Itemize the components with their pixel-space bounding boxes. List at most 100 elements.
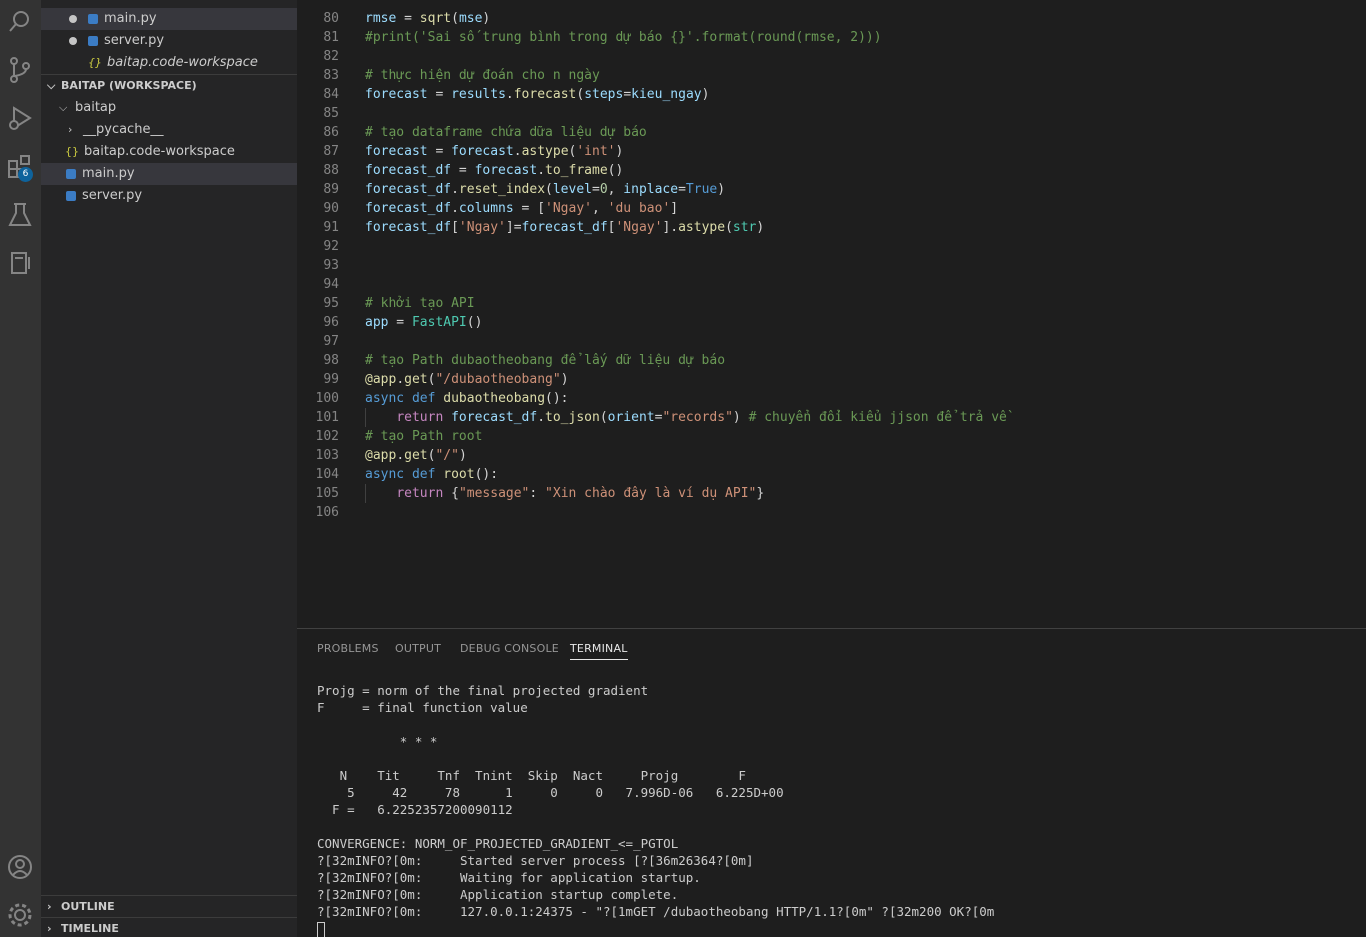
unsaved-dot bbox=[69, 30, 77, 52]
run-debug-icon[interactable] bbox=[5, 103, 35, 133]
chevron-down-icon: ⌵ bbox=[59, 101, 68, 114]
timeline-title: TIMELINE bbox=[61, 922, 119, 935]
line-code: forecast = results.forecast(steps=kieu_n… bbox=[365, 87, 710, 102]
outline-title: OUTLINE bbox=[61, 900, 115, 913]
terminal-line: N Tit Tnf Tnint Skip Nact Projg F bbox=[317, 768, 746, 783]
tab-terminal[interactable]: TERMINAL bbox=[570, 642, 628, 660]
line-number: 99 bbox=[323, 372, 339, 387]
open-editor-main-py[interactable]: main.py bbox=[41, 8, 297, 30]
python-file-icon bbox=[66, 190, 76, 201]
search-icon[interactable] bbox=[5, 6, 35, 36]
line-number: 105 bbox=[315, 486, 339, 501]
explorer-sidebar: main.py server.py {} baitap.code-workspac… bbox=[41, 0, 297, 937]
open-editor-server-py[interactable]: server.py bbox=[41, 30, 297, 52]
open-editor-workspace[interactable]: {} baitap.code-workspace bbox=[41, 52, 297, 74]
tab-problems[interactable]: PROBLEMS bbox=[317, 642, 379, 655]
outline-section-header[interactable]: › OUTLINE bbox=[41, 896, 297, 918]
tree-item-pycache[interactable]: › __pycache__ bbox=[41, 119, 297, 141]
terminal-line: * * * bbox=[317, 734, 438, 749]
line-number: 98 bbox=[323, 353, 339, 368]
tree-label: baitap bbox=[75, 100, 117, 115]
terminal-line: Projg = norm of the final projected grad… bbox=[317, 683, 649, 698]
workspace-title: BAITAP (WORKSPACE) bbox=[61, 79, 197, 92]
line-number: 83 bbox=[323, 68, 339, 83]
code-editor[interactable]: 80 rmse = sqrt(mse) 81 #print('Sai số trung… bbox=[297, 0, 1366, 628]
line-number: 81 bbox=[323, 30, 339, 45]
bottom-panel: PROBLEMS OUTPUT DEBUG CONSOLE TERMINAL P… bbox=[297, 628, 1366, 937]
line-number: 91 bbox=[323, 220, 339, 235]
terminal-line: ?[32mINFO?[0m: Waiting for application s… bbox=[317, 870, 701, 885]
line-number: 82 bbox=[323, 49, 339, 64]
line-number: 102 bbox=[315, 429, 339, 444]
python-file-icon bbox=[88, 13, 98, 24]
tree-label: main.py bbox=[82, 166, 135, 181]
testing-icon[interactable] bbox=[5, 200, 35, 230]
line-code: return forecast_df.to_json(orient="recor… bbox=[396, 410, 1007, 425]
terminal-line: ?[32mINFO?[0m: Application startup compl… bbox=[317, 887, 679, 902]
tree-item-server-py[interactable]: server.py bbox=[41, 185, 297, 207]
line-code: @app.get("/") bbox=[365, 448, 467, 463]
timeline-section-header[interactable]: › TIMELINE bbox=[41, 918, 297, 937]
tab-debug-console[interactable]: DEBUG CONSOLE bbox=[460, 642, 559, 655]
tree-item-workspace-file[interactable]: {} baitap.code-workspace bbox=[41, 141, 297, 163]
line-number: 85 bbox=[323, 106, 339, 121]
tree-item-main-py[interactable]: main.py bbox=[41, 163, 297, 185]
line-code: async def root(): bbox=[365, 467, 499, 482]
unsaved-dot bbox=[69, 8, 77, 30]
tree-label: baitap.code-workspace bbox=[84, 144, 235, 159]
chevron-right-icon: › bbox=[68, 123, 73, 136]
line-code: forecast_df.columns = ['Ngay', 'du bao'] bbox=[365, 201, 679, 216]
line-code: # tạo Path dubaotheobang để lấy dữ liệu … bbox=[365, 353, 726, 368]
tree-item-baitap[interactable]: ⌵ baitap bbox=[41, 97, 297, 119]
line-number: 106 bbox=[315, 505, 339, 520]
line-number: 80 bbox=[323, 11, 339, 26]
line-number: 86 bbox=[323, 125, 339, 140]
json-file-icon: {} bbox=[88, 56, 102, 69]
line-number: 100 bbox=[315, 391, 339, 406]
terminal-line: F = final function value bbox=[317, 700, 528, 715]
line-code: async def dubaotheobang(): bbox=[365, 391, 569, 406]
line-number: 93 bbox=[323, 258, 339, 273]
line-code: @app.get("/dubaotheobang") bbox=[365, 372, 569, 387]
terminal-line: ?[32mINFO?[0m: Started server process [?… bbox=[317, 853, 754, 868]
extensions-badge: 6 bbox=[18, 167, 33, 182]
open-editor-label: main.py bbox=[104, 11, 157, 26]
line-code: # thực hiện dự đoán cho n ngày bbox=[365, 68, 600, 83]
activity-bar: 6 bbox=[0, 0, 41, 937]
line-number: 87 bbox=[323, 144, 339, 159]
python-file-icon bbox=[66, 168, 76, 179]
line-number: 95 bbox=[323, 296, 339, 311]
tree-label: server.py bbox=[82, 188, 143, 203]
line-code: rmse = sqrt(mse) bbox=[365, 11, 491, 26]
gear-icon[interactable] bbox=[5, 900, 35, 930]
terminal-line: ?[32mINFO?[0m: 127.0.0.1:24375 - "?[1mGE… bbox=[317, 904, 995, 919]
open-editor-label: baitap.code-workspace bbox=[107, 55, 258, 70]
line-number: 103 bbox=[315, 448, 339, 463]
tree-label: __pycache__ bbox=[83, 122, 164, 137]
source-control-icon[interactable] bbox=[5, 55, 35, 85]
line-code: forecast_df['Ngay']=forecast_df['Ngay'].… bbox=[365, 220, 765, 235]
line-code: # tạo Path root bbox=[365, 429, 483, 444]
terminal-line: 5 42 78 1 0 0 7.996D-06 6.225D+00 bbox=[317, 785, 784, 800]
tab-output[interactable]: OUTPUT bbox=[395, 642, 441, 655]
line-number: 84 bbox=[323, 87, 339, 102]
chevron-right-icon: › bbox=[47, 900, 52, 913]
line-number: 97 bbox=[323, 334, 339, 349]
line-code: # khởi tạo API bbox=[365, 296, 475, 311]
workspace-section-header[interactable]: ⌵ BAITAP (WORKSPACE) bbox=[41, 75, 297, 97]
terminal-cursor bbox=[317, 922, 325, 937]
line-number: 89 bbox=[323, 182, 339, 197]
line-number: 96 bbox=[323, 315, 339, 330]
line-code: # tạo dataframe chứa dữa liệu dự báo bbox=[365, 125, 647, 140]
line-number: 94 bbox=[323, 277, 339, 292]
chevron-down-icon: ⌵ bbox=[47, 79, 56, 92]
line-code: forecast = forecast.astype('int') bbox=[365, 144, 624, 159]
line-number: 90 bbox=[323, 201, 339, 216]
line-number: 104 bbox=[315, 467, 339, 482]
account-icon[interactable] bbox=[5, 852, 35, 882]
line-number: 101 bbox=[315, 410, 339, 425]
line-code: forecast_df.reset_index(level=0, inplace… bbox=[365, 182, 726, 197]
line-number: 88 bbox=[323, 163, 339, 178]
line-number: 92 bbox=[323, 239, 339, 254]
remote-explorer-icon[interactable] bbox=[5, 248, 35, 278]
